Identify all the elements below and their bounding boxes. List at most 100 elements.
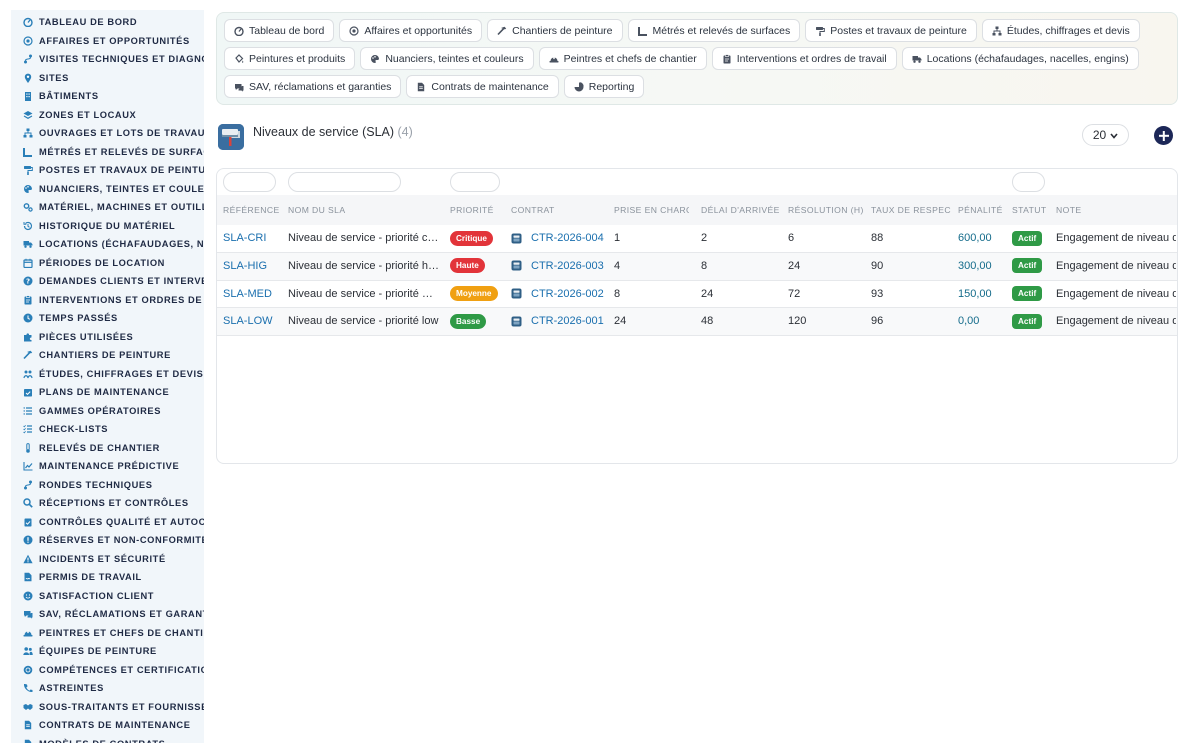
sidebar-item[interactable]: RÉSERVES ET NON-CONFORMITÉS <box>11 531 204 550</box>
column-header[interactable]: Délai d'arrivée (h) <box>701 195 779 225</box>
sidebar-item[interactable]: RÉCEPTIONS ET CONTRÔLES <box>11 494 204 513</box>
paint-roller-icon <box>815 26 826 36</box>
top-nav-button[interactable]: Études, chiffrages et devis <box>981 19 1140 42</box>
sidebar-item[interactable]: SITES <box>11 69 204 88</box>
sidebar-item[interactable]: MAINTENANCE PRÉDICTIVE <box>11 457 204 476</box>
sidebar-item[interactable]: MATÉRIEL, MACHINES ET OUTILLAGE <box>11 198 204 217</box>
filter-priority-select[interactable] <box>450 172 500 192</box>
checklist-icon <box>23 424 33 434</box>
top-nav-button[interactable]: Interventions et ordres de travail <box>711 47 897 70</box>
table-row[interactable]: SLA-HIG Niveau de service - priorité high… <box>217 252 1177 281</box>
top-nav-label: Interventions et ordres de travail <box>736 52 887 65</box>
top-nav-button[interactable]: SAV, réclamations et garanties <box>224 75 402 98</box>
page-size-select[interactable]: 20 <box>1082 124 1129 146</box>
sidebar-item[interactable]: SAV, RÉCLAMATIONS ET GARANTIES <box>11 605 204 624</box>
smile-icon <box>23 591 33 601</box>
calendar-icon <box>23 258 33 268</box>
reference-link[interactable]: SLA-MED <box>223 281 283 308</box>
reference-link[interactable]: SLA-LOW <box>223 308 283 335</box>
sidebar-item[interactable]: ASTREINTES <box>11 679 204 698</box>
sidebar-item[interactable]: HISTORIQUE DU MATÉRIEL <box>11 217 204 236</box>
filter-reference-input[interactable] <box>223 172 276 192</box>
sidebar-item[interactable]: TABLEAU DE BORD <box>11 13 204 32</box>
file-contract-icon <box>416 82 426 92</box>
sidebar-item[interactable]: ? DEMANDES CLIENTS ET INTERVENTIONS <box>11 272 204 291</box>
cogs-icon <box>23 202 33 212</box>
top-nav-button[interactable]: Métrés et relevés de surfaces <box>627 19 801 42</box>
sidebar-item[interactable]: PIÈCES UTILISÉES <box>11 328 204 347</box>
sidebar-item[interactable]: MÉTRÉS ET RELEVÉS DE SURFACES <box>11 143 204 162</box>
sidebar-item[interactable]: BÂTIMENTS <box>11 87 204 106</box>
top-nav-button[interactable]: Peintres et chefs de chantier <box>538 47 707 70</box>
contract-link[interactable]: CTR-2026-004 <box>511 225 611 252</box>
column-header[interactable]: Contrat <box>511 195 611 225</box>
filter-status-select[interactable] <box>1012 172 1045 192</box>
sidebar-item[interactable]: CHANTIERS DE PEINTURE <box>11 346 204 365</box>
priority-badge: Haute <box>450 258 485 274</box>
plus-circle-icon[interactable] <box>1154 126 1173 145</box>
sidebar-item-label: INTERVENTIONS ET ORDRES DE TRAVAIL <box>39 294 204 305</box>
sidebar-item[interactable]: RELEVÉS DE CHANTIER <box>11 439 204 458</box>
sidebar-item[interactable]: PEINTRES ET CHEFS DE CHANTIER <box>11 624 204 643</box>
column-header[interactable]: Résolution (h) <box>788 195 866 225</box>
sidebar-item[interactable]: PLANS DE MAINTENANCE <box>11 383 204 402</box>
status-cell: Actif <box>1012 281 1052 308</box>
sidebar-item[interactable]: TEMPS PASSÉS <box>11 309 204 328</box>
column-header[interactable]: Prise en charge (h) <box>614 195 689 225</box>
column-header[interactable]: Nom du SLA <box>288 195 438 225</box>
sidebar-item[interactable]: ÉQUIPES DE PEINTURE <box>11 642 204 661</box>
top-nav-button[interactable]: Contrats de maintenance <box>406 75 559 98</box>
top-nav-button[interactable]: Peintures et produits <box>224 47 356 70</box>
sidebar-item[interactable]: CONTRATS DE MAINTENANCE <box>11 716 204 735</box>
column-header[interactable]: Pénalité <box>958 195 1008 225</box>
reference-link[interactable]: SLA-CRI <box>223 225 283 252</box>
table-row[interactable]: SLA-LOW Niveau de service - priorité low B… <box>217 308 1177 336</box>
sidebar-item[interactable]: VISITES TECHNIQUES ET DIAGNOSTICS <box>11 50 204 69</box>
filter-name-input[interactable] <box>288 172 401 192</box>
column-header[interactable]: Priorité <box>450 195 505 225</box>
sidebar-item[interactable]: SATISFACTION CLIENT <box>11 587 204 606</box>
top-nav-button[interactable]: Nuanciers, teintes et couleurs <box>360 47 534 70</box>
sidebar-item[interactable]: MODÈLES DE CONTRATS <box>11 735 204 743</box>
top-nav-button[interactable]: Tableau de bord <box>224 19 335 42</box>
contract-link[interactable]: CTR-2026-002 <box>511 281 611 308</box>
contract-link[interactable]: CTR-2026-003 <box>511 253 611 280</box>
chart-line-icon <box>23 461 33 471</box>
svg-text:?: ? <box>26 278 30 286</box>
sidebar-item[interactable]: LOCATIONS (ÉCHAFAUDAGES, NACELLES, ENGIN… <box>11 235 204 254</box>
sidebar-item[interactable]: GAMMES OPÉRATOIRES <box>11 402 204 421</box>
sidebar-item[interactable]: POSTES ET TRAVAUX DE PEINTURE <box>11 161 204 180</box>
column-header[interactable]: Référence <box>223 195 283 225</box>
top-nav-button[interactable]: Reporting <box>563 75 645 98</box>
table-body: SLA-CRI Niveau de service - priorité crit… <box>217 225 1177 336</box>
sidebar-item[interactable]: CHECK-LISTS <box>11 420 204 439</box>
table-row[interactable]: SLA-MED Niveau de service - priorité medi… <box>217 281 1177 309</box>
top-nav-button[interactable]: Affaires et opportunités <box>339 19 483 42</box>
sidebar-item-label: PÉRIODES DE LOCATION <box>39 257 165 268</box>
sidebar-item[interactable]: NUANCIERS, TEINTES ET COULEURS <box>11 180 204 199</box>
sidebar-item[interactable]: AFFAIRES ET OPPORTUNITÉS <box>11 32 204 51</box>
top-nav-button[interactable]: Postes et travaux de peinture <box>805 19 977 42</box>
column-header[interactable]: Taux de respect (%) <box>871 195 951 225</box>
column-header[interactable]: Statut <box>1012 195 1052 225</box>
sidebar-item[interactable]: CONTRÔLES QUALITÉ ET AUTOCONTRÔLES <box>11 513 204 532</box>
sidebar-item[interactable]: SOUS-TRAITANTS ET FOURNISSEURS <box>11 698 204 717</box>
sidebar-item[interactable]: RONDES TECHNIQUES <box>11 476 204 495</box>
sidebar-item[interactable]: INTERVENTIONS ET ORDRES DE TRAVAIL <box>11 291 204 310</box>
sidebar-item[interactable]: PÉRIODES DE LOCATION <box>11 254 204 273</box>
sidebar-item[interactable]: PERMIS DE TRAVAIL <box>11 568 204 587</box>
rate-cell: 90 <box>871 259 884 272</box>
sidebar-item[interactable]: OUVRAGES ET LOTS DE TRAVAUX <box>11 124 204 143</box>
sidebar-item[interactable]: INCIDENTS ET SÉCURITÉ <box>11 550 204 569</box>
sidebar-item[interactable]: COMPÉTENCES ET CERTIFICATIONS <box>11 661 204 680</box>
top-nav-button[interactable]: Chantiers de peinture <box>487 19 623 42</box>
table-row[interactable]: SLA-CRI Niveau de service - priorité crit… <box>217 225 1177 253</box>
contract-link[interactable]: CTR-2026-001 <box>511 308 611 335</box>
top-nav-button[interactable]: Locations (échafaudages, nacelles, engin… <box>901 47 1139 70</box>
sidebar-item-label: MODÈLES DE CONTRATS <box>39 739 165 743</box>
sidebar-item[interactable]: ÉTUDES, CHIFFRAGES ET DEVIS <box>11 365 204 384</box>
sidebar-item[interactable]: ZONES ET LOCAUX <box>11 106 204 125</box>
sidebar-item-label: SITES <box>39 72 69 83</box>
column-header[interactable]: Note <box>1056 195 1176 225</box>
reference-link[interactable]: SLA-HIG <box>223 253 283 280</box>
